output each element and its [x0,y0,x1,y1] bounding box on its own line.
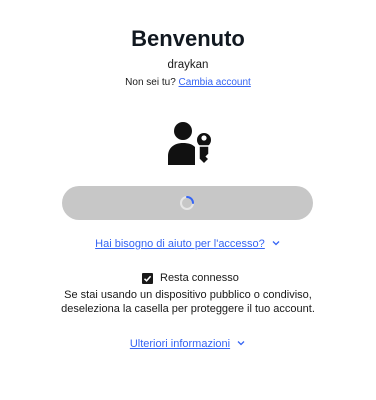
checkmark-icon [143,275,152,282]
user-key-icon [168,122,213,166]
not-you-row: Non sei tu? Cambia account [0,77,376,88]
public-device-info: Se stai usando un dispositivo pubblico o… [61,289,315,315]
stay-signed-in-label: Resta connesso [160,272,239,284]
help-row: Hai bisogno di aiuto per l'accesso? [0,238,376,250]
username: draykan [167,59,209,71]
not-you-label: Non sei tu? [125,77,176,88]
signin-button[interactable] [62,186,313,220]
help-link[interactable]: Hai bisogno di aiuto per l'accesso? [95,238,265,250]
chevron-down-icon[interactable] [271,238,281,248]
page-title: Benvenuto [131,26,245,51]
switch-account-link[interactable]: Cambia account [179,77,251,88]
stay-signed-in-checkbox[interactable] [142,272,153,284]
more-info-link[interactable]: Ulteriori informazioni [130,338,230,350]
spinner-icon [180,196,194,210]
chevron-down-icon[interactable] [236,338,246,348]
more-info-row: Ulteriori informazioni [0,338,376,350]
stay-signed-in-row: Resta connesso [142,271,239,285]
